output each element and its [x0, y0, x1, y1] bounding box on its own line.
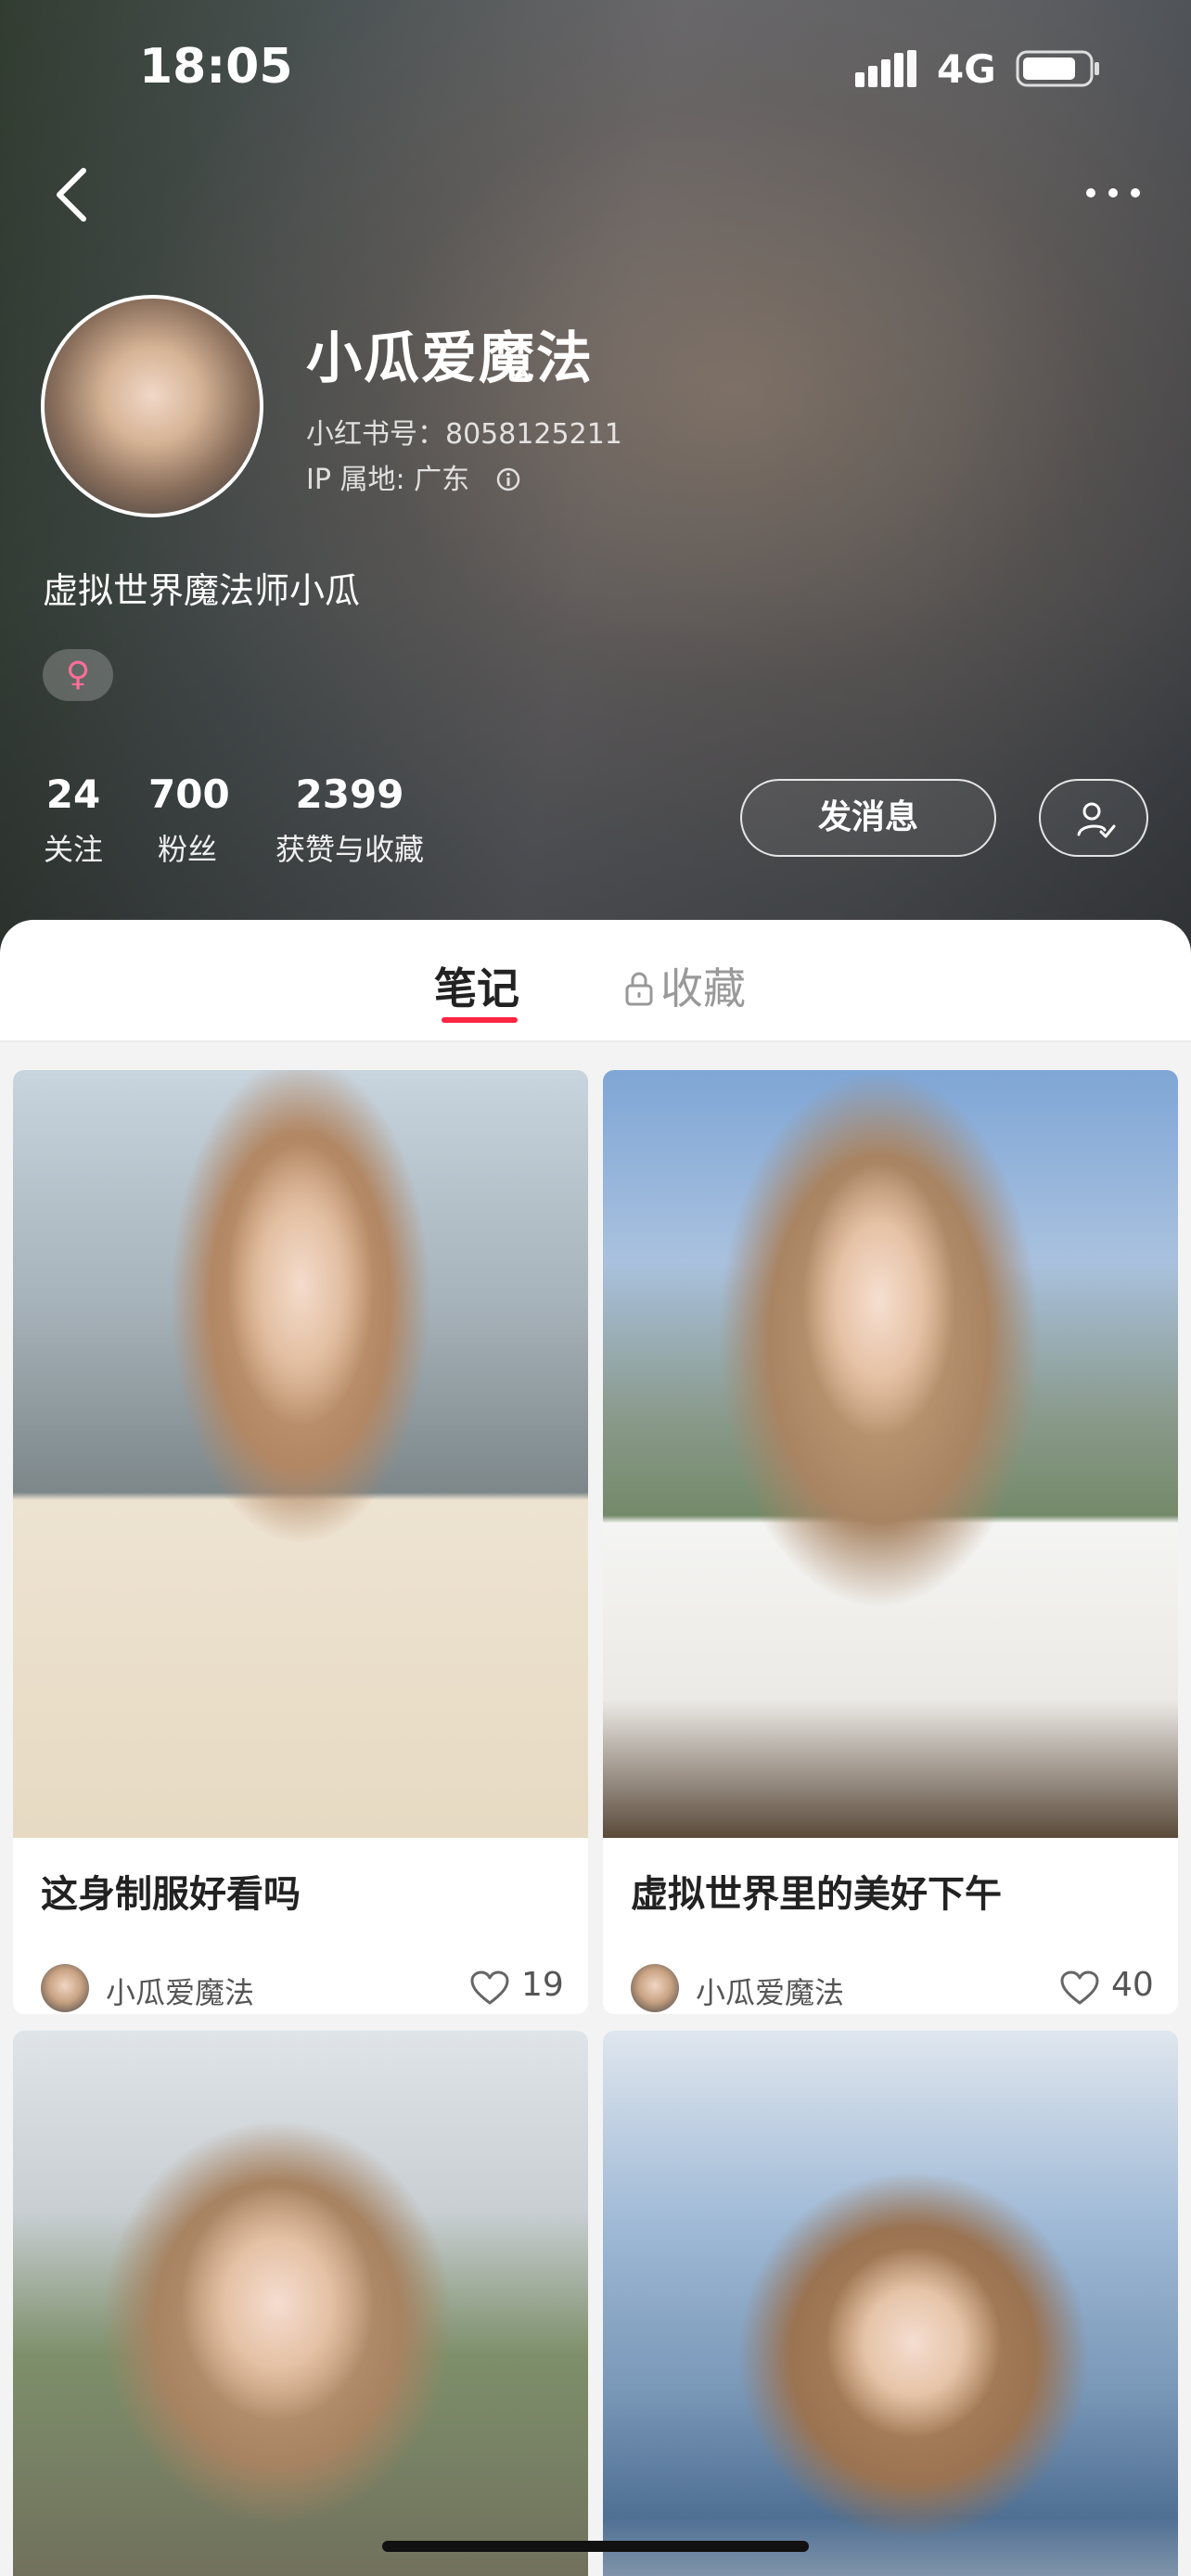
back-button[interactable] [45, 158, 104, 232]
ip-location: IP 属地: 广东 [306, 456, 521, 497]
note-card[interactable] [13, 2031, 588, 2576]
stat-likes-collections[interactable]: 2399 获赞与收藏 [271, 772, 429, 869]
profile-header-content: 18:05 4G 小瓜爱魔法 小红书号：8058125211 IP 属地: 广东… [0, 0, 1191, 983]
profile-bio: 虚拟世界魔法师小瓜 [43, 570, 361, 611]
note-title: 虚拟世界里的美好下午 [631, 1873, 1002, 1916]
stat-followers[interactable]: 700 粉丝 [148, 772, 230, 869]
note-card[interactable]: 这身制服好看吗 小瓜爱魔法 19 [13, 1070, 588, 2014]
heart-icon[interactable] [1059, 1970, 1100, 2007]
tab-collections[interactable]: 收藏 [623, 955, 746, 1016]
lock-icon [625, 972, 653, 1006]
network-label: 4G [937, 46, 996, 92]
profile-avatar[interactable] [41, 295, 263, 517]
follow-status-button[interactable] [1039, 779, 1148, 857]
home-indicator[interactable] [382, 2541, 809, 2552]
followers-label: 粉丝 [157, 832, 217, 867]
profile-screen: 18:05 4G 小瓜爱魔法 小红书号：8058125211 IP 属地: 广东… [0, 0, 1191, 2576]
send-message-button[interactable]: 发消息 [740, 779, 996, 857]
author-name: 小瓜爱魔法 [106, 1975, 255, 2010]
note-cover-image[interactable] [603, 1070, 1178, 1838]
tab-collections-label: 收藏 [660, 963, 746, 1014]
more-button[interactable] [1076, 167, 1150, 219]
battery-icon [1016, 50, 1099, 87]
gender-badge: ♀ [43, 649, 113, 701]
like-count: 40 [1111, 1966, 1154, 2004]
likes-count: 2399 [295, 772, 404, 817]
heart-icon[interactable] [469, 1970, 510, 2007]
tab-notes[interactable]: 笔记 [434, 955, 519, 1016]
note-card[interactable] [603, 2031, 1178, 2576]
author-avatar [631, 1964, 679, 2012]
following-label: 关注 [43, 832, 103, 867]
note-card[interactable]: 虚拟世界里的美好下午 小瓜爱魔法 40 [603, 1070, 1178, 2014]
stat-following[interactable]: 24 关注 [41, 772, 106, 869]
author-avatar [41, 1964, 89, 2012]
notes-feed: 这身制服好看吗 小瓜爱魔法 19 虚拟世界里的美好下午 小瓜爱魔法 40 [0, 1042, 1191, 2576]
like-count: 19 [521, 1966, 564, 2004]
note-cover-image[interactable] [13, 2031, 588, 2576]
info-icon[interactable] [495, 466, 521, 492]
author-name: 小瓜爱魔法 [696, 1975, 845, 2010]
account-id[interactable]: 小红书号：8058125211 [306, 411, 622, 452]
user-check-icon [1077, 802, 1116, 838]
tab-active-indicator [442, 1017, 518, 1023]
likes-label: 获赞与收藏 [275, 832, 424, 867]
followers-count: 700 [148, 772, 230, 817]
status-time: 18:05 [139, 39, 293, 95]
female-icon: ♀ [65, 656, 91, 694]
ip-location-text: IP 属地: 广东 [306, 464, 470, 496]
profile-tabs: 笔记 收藏 [0, 920, 1191, 1042]
profile-header-background: 18:05 4G 小瓜爱魔法 小红书号：8058125211 IP 属地: 广东… [0, 0, 1191, 983]
status-bar: 18:05 4G [0, 0, 1191, 139]
note-title: 这身制服好看吗 [41, 1873, 301, 1916]
note-cover-image[interactable] [603, 2031, 1178, 2576]
note-cover-image[interactable] [13, 1070, 588, 1838]
profile-nickname: 小瓜爱魔法 [306, 326, 594, 391]
signal-icon [855, 50, 916, 87]
following-count: 24 [45, 772, 101, 817]
